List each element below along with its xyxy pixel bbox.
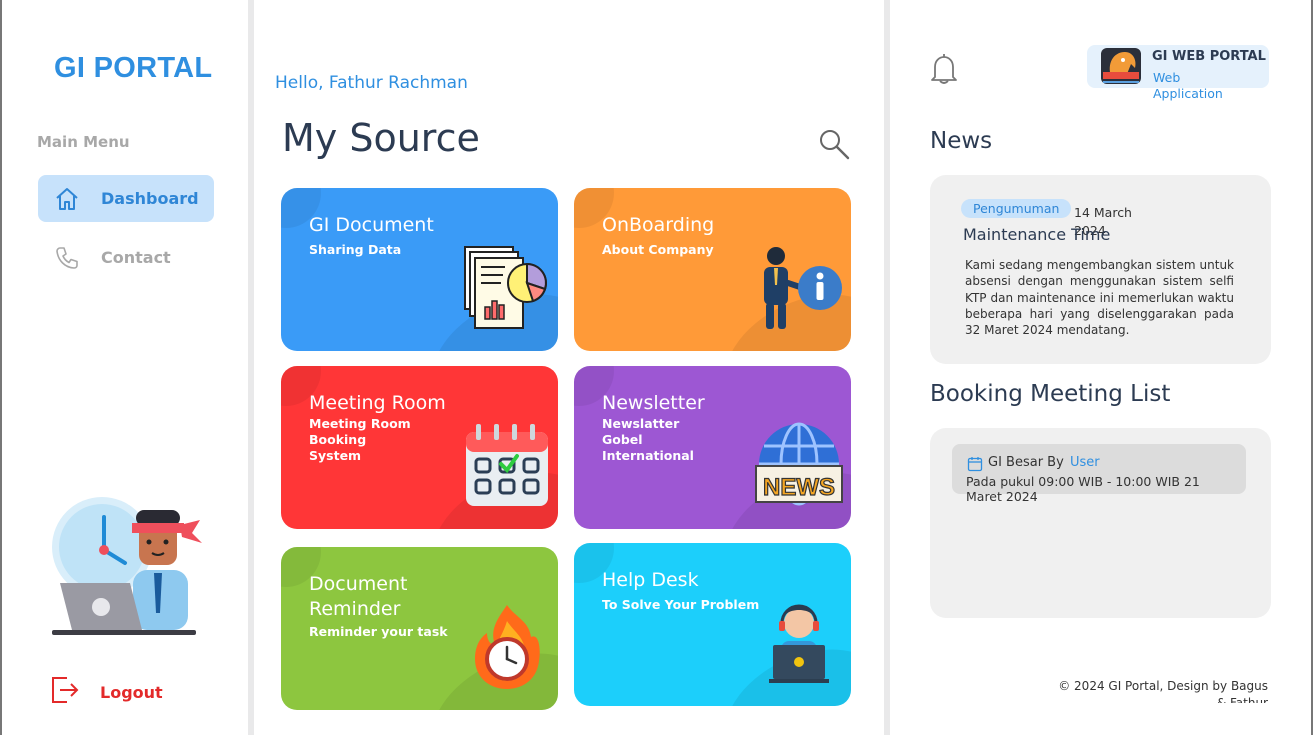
app-logo[interactable]: GI PORTAL (54, 52, 212, 85)
card-onboarding[interactable]: OnBoarding About Company (574, 188, 851, 351)
booking-heading: Booking Meeting List (930, 381, 1171, 407)
card-document-reminder[interactable]: Document Reminder Reminder your task (281, 547, 558, 710)
booking-item[interactable]: GI Besar By User Pada pukul 09:00 WIB - … (952, 444, 1246, 504)
greeting-text: Hello, Fathur Rachman (275, 73, 468, 93)
card-title: GI Document (309, 214, 434, 236)
card-subtitle: Meeting Room Booking System (309, 416, 411, 463)
card-subtitle: Sharing Data (309, 242, 402, 257)
bell-icon[interactable] (930, 53, 958, 85)
news-tag: Pengumuman (961, 199, 1072, 218)
card-subtitle: Newslatter Gobel International (602, 416, 694, 463)
sidebar-item-label: Contact (101, 248, 171, 267)
card-title: Document Reminder (309, 573, 408, 620)
card-title: Newsletter (602, 392, 705, 414)
logout-icon (50, 675, 80, 709)
avatar (1097, 46, 1145, 88)
alarm-clock-fire-icon (471, 603, 543, 697)
profile-role: Web Application (1153, 70, 1223, 101)
logout-label: Logout (100, 682, 163, 702)
booking-user[interactable]: User (1070, 455, 1100, 470)
svg-text:NEWS: NEWS (763, 474, 835, 501)
news-body: Kami sedang mengembangkan sistem untuk a… (965, 258, 1234, 338)
card-subtitle: About Company (602, 242, 714, 257)
page-title: My Source (282, 116, 480, 160)
card-help-desk[interactable]: Help Desk To Solve Your Problem (574, 543, 851, 706)
footer-text: © 2024 GI Portal, Design by Bagus & Fath… (1058, 679, 1268, 703)
phone-icon (53, 244, 81, 272)
profile-name: GI WEB PORTAL (1152, 49, 1266, 64)
news-title: Maintenance Time (963, 225, 1111, 244)
card-subtitle: To Solve Your Problem (602, 597, 760, 612)
card-meeting-room[interactable]: Meeting Room Meeting Room Booking System (281, 366, 558, 529)
card-newsletter[interactable]: Newsletter Newslatter Gobel Internationa… (574, 366, 851, 529)
sidebar-item-contact[interactable]: Contact (38, 234, 214, 281)
calendar-icon (967, 456, 983, 472)
search-icon[interactable] (817, 127, 851, 161)
profile-card[interactable]: GI WEB PORTAL Web Application (1087, 45, 1269, 101)
main-content: Hello, Fathur Rachman My Source GI Docum… (254, 0, 884, 735)
sidebar-item-dashboard[interactable]: Dashboard (38, 175, 214, 222)
worker-illustration (50, 495, 210, 645)
booking-label: GI Besar By (988, 455, 1064, 470)
news-card[interactable]: Pengumuman 14 March 2024 Maintenance Tim… (930, 175, 1271, 364)
card-title: Meeting Room (309, 392, 446, 414)
card-title: Help Desk (602, 569, 699, 591)
card-subtitle: Reminder your task (309, 624, 448, 639)
sidebar-item-label: Dashboard (101, 189, 199, 208)
news-heading: News (930, 128, 993, 154)
sidebar: GI PORTAL Main Menu Dashboard Contact Lo… (0, 0, 248, 735)
document-chart-icon (463, 245, 549, 335)
booking-list: GI Besar By User Pada pukul 09:00 WIB - … (930, 428, 1271, 618)
calendar-icon (464, 422, 550, 512)
news-globe-icon: NEWS (754, 422, 844, 512)
support-agent-icon (769, 601, 829, 689)
home-icon (53, 185, 81, 213)
card-gi-document[interactable]: GI Document Sharing Data (281, 188, 558, 351)
booking-detail: Pada pukul 09:00 WIB - 10:00 WIB 21 Mare… (966, 474, 1200, 504)
right-panel: GI WEB PORTAL Web Application News Pengu… (890, 0, 1313, 735)
card-title: OnBoarding (602, 214, 715, 236)
logout-button[interactable]: Logout (50, 675, 163, 709)
info-person-icon (754, 245, 844, 335)
main-menu-heading: Main Menu (37, 133, 130, 151)
